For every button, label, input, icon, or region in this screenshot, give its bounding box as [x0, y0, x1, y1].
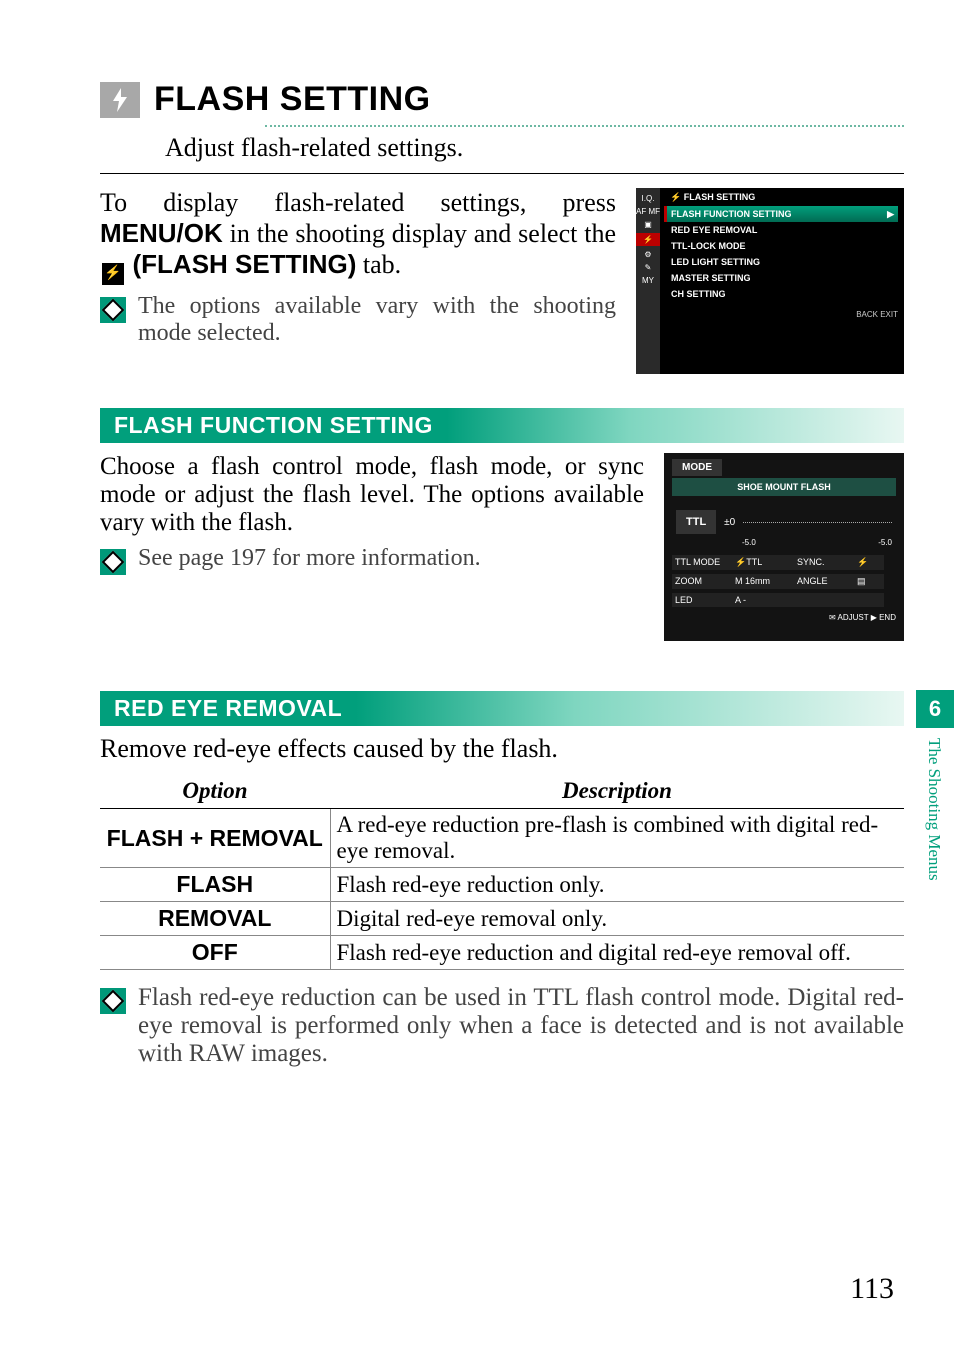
- rer-lead: Remove red-eye effects caused by the fla…: [100, 734, 904, 764]
- section-heading-rer: RED EYE REMOVAL: [100, 691, 904, 726]
- table-row: FLASHFlash red-eye reduction only.: [100, 868, 904, 902]
- chapter-label: The Shooting Menus: [916, 728, 952, 881]
- note-icon: [100, 988, 126, 1014]
- chapter-number: 6: [916, 690, 954, 728]
- camera-menu-screenshot: I.Q. AF MF ▣ ⚡ ⚙ ✎ MY ⚡ FLASH SETTING FL…: [636, 188, 904, 374]
- intro-paragraph: To display flash-related settings, press…: [100, 188, 616, 285]
- chapter-sidebar-tab: 6 The Shooting Menus: [916, 690, 954, 881]
- page-subtitle: Adjust flash-related settings.: [165, 133, 904, 163]
- note-icon: [100, 549, 126, 575]
- horizontal-rule: [100, 173, 904, 174]
- flash-tab-icon: ⚡: [102, 263, 124, 285]
- note-icon: [100, 297, 126, 323]
- red-eye-table: Option Description FLASH + REMOVALA red-…: [100, 774, 904, 970]
- menu-item-selected: FLASH FUNCTION SETTING▶: [664, 206, 898, 222]
- table-row: FLASH + REMOVALA red-eye reduction pre-f…: [100, 809, 904, 868]
- ffs-paragraph: Choose a flash control mode, flash mode,…: [100, 453, 644, 537]
- rer-note: Flash red-eye reduction can be used in T…: [138, 984, 904, 1068]
- ffs-note: See page 197 for more information.: [138, 545, 481, 572]
- table-row: REMOVALDigital red-eye removal only.: [100, 902, 904, 936]
- flash-function-screenshot: MODE SHOE MOUNT FLASH TTL ±0 -5.0-5.0 TT…: [664, 453, 904, 641]
- table-row: OFFFlash red-eye reduction and digital r…: [100, 936, 904, 970]
- flash-setting-icon: [100, 82, 140, 118]
- page-title: FLASH SETTING: [154, 80, 431, 119]
- page-number: 113: [850, 1272, 894, 1306]
- intro-note: The options available vary with the shoo…: [138, 293, 616, 347]
- camera-menu-tabs: I.Q. AF MF ▣ ⚡ ⚙ ✎ MY: [636, 188, 660, 374]
- section-heading-ffs: FLASH FUNCTION SETTING: [100, 408, 904, 443]
- title-divider: [265, 125, 904, 127]
